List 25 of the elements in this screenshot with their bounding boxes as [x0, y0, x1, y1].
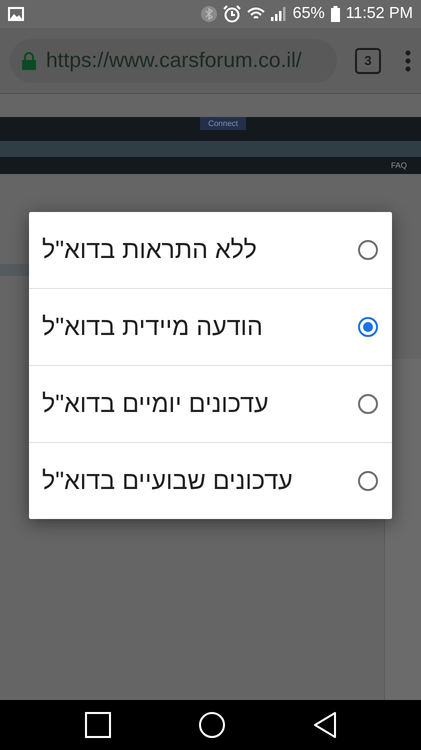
- recents-icon[interactable]: [84, 712, 110, 738]
- alarm-icon: [222, 5, 241, 23]
- radio-option[interactable]: ללא התראות בדוא"ל: [29, 212, 392, 289]
- radio-button[interactable]: [358, 471, 378, 491]
- wifi-icon: [246, 7, 265, 21]
- radio-option[interactable]: עדכונים שבועיים בדוא"ל: [29, 443, 392, 519]
- connect-button[interactable]: Connect: [200, 117, 246, 130]
- radio-option[interactable]: עדכונים יומיים בדוא"ל: [29, 366, 392, 443]
- radio-option[interactable]: הודעה מיידית בדוא"ל: [29, 289, 392, 366]
- bluetooth-icon: [200, 6, 217, 22]
- lock-icon: [22, 52, 36, 70]
- back-icon[interactable]: [312, 712, 336, 738]
- battery-percent: 65%: [292, 5, 325, 23]
- radio-button[interactable]: [358, 394, 378, 414]
- signal-icon: [270, 7, 287, 21]
- battery-icon: [330, 6, 340, 22]
- gallery-icon: [8, 7, 24, 21]
- url-text: https://www.carsforum.co.il/: [46, 48, 302, 72]
- nav-link[interactable]: FAQ: [390, 161, 407, 170]
- home-icon[interactable]: [198, 712, 224, 738]
- clock-time: 11:52 PM: [346, 5, 413, 23]
- radio-button[interactable]: [358, 317, 378, 337]
- radio-button[interactable]: [358, 240, 378, 260]
- page-panel: [0, 264, 30, 276]
- menu-icon[interactable]: [405, 50, 411, 72]
